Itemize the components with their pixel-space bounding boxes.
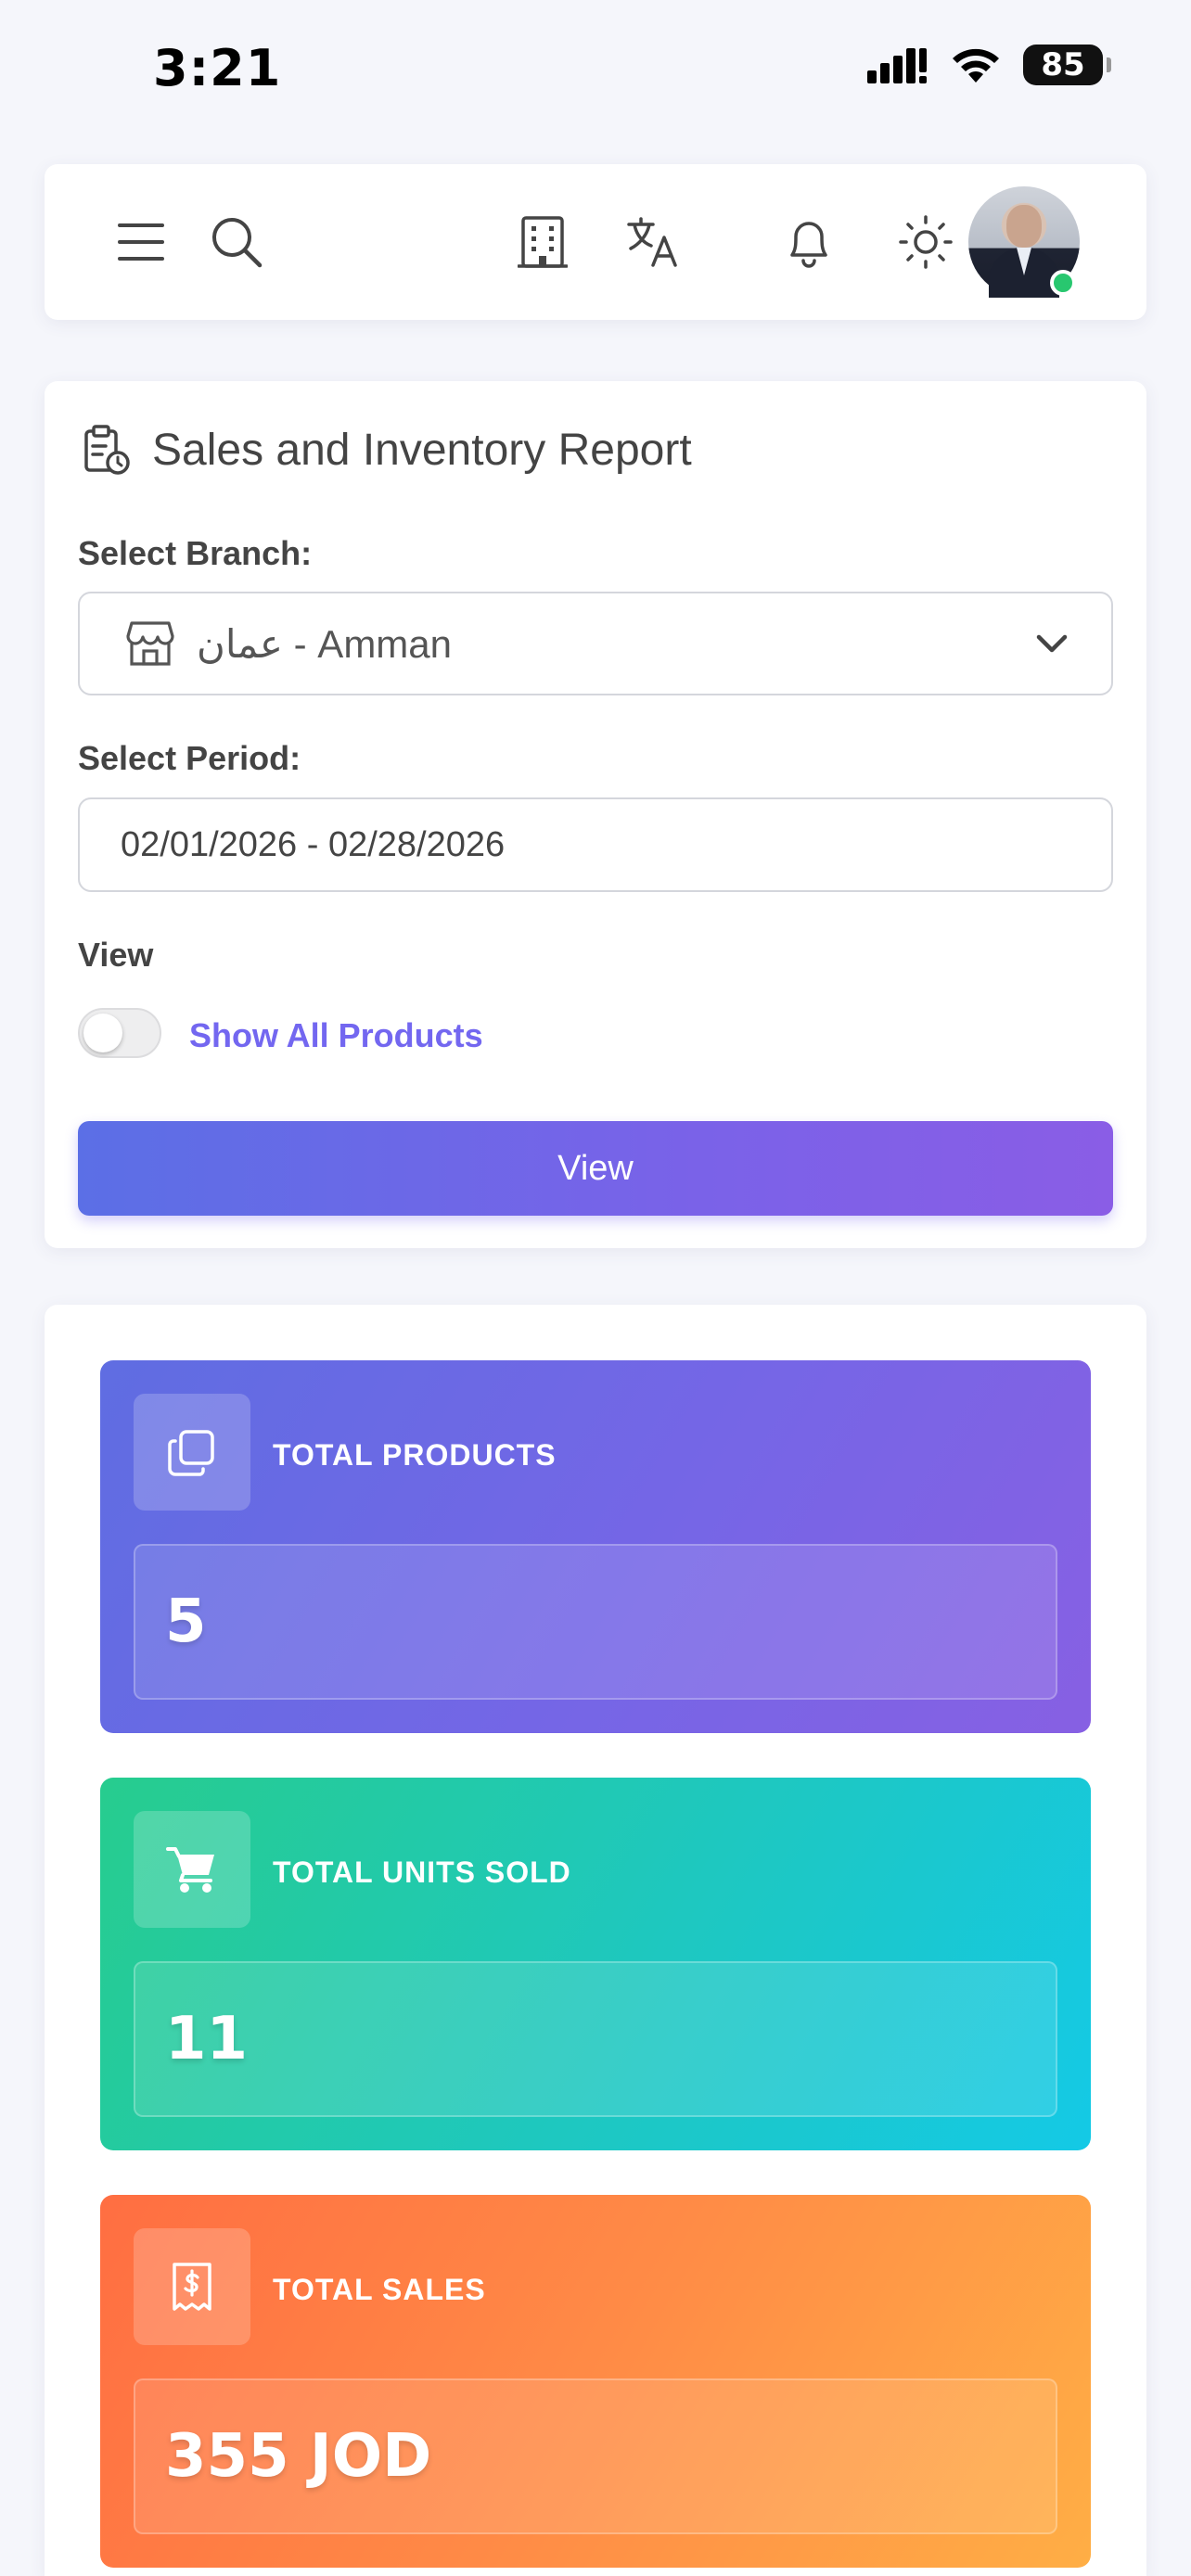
copy-icon — [168, 1430, 214, 1476]
stat-value-box: 5 — [134, 1544, 1057, 1700]
status-time: 3:21 — [153, 39, 282, 97]
view-button[interactable]: View — [78, 1121, 1113, 1216]
branch-label: Select Branch: — [78, 534, 313, 572]
show-all-products-label[interactable]: Show All Products — [189, 1016, 483, 1055]
report-header: Sales and Inventory Report — [83, 424, 692, 476]
search-icon[interactable] — [210, 215, 263, 269]
stat-label: TOTAL SALES — [273, 2273, 486, 2306]
stat-icon-box — [134, 1811, 250, 1928]
cellular-signal-icon — [867, 48, 927, 83]
bell-icon[interactable] — [783, 214, 835, 270]
branch-select[interactable]: عمان - Amman — [78, 592, 1113, 695]
store-icon — [126, 621, 174, 666]
branch-selected-value: عمان - Amman — [197, 621, 453, 666]
chevron-down-icon — [1036, 634, 1068, 653]
sun-icon[interactable] — [898, 214, 954, 270]
stat-value: 11 — [165, 2005, 249, 2073]
menu-icon[interactable] — [117, 222, 165, 262]
wifi-icon — [953, 48, 999, 83]
status-bar: 3:21 85 — [0, 0, 1191, 139]
status-icons: 85 — [867, 45, 1111, 85]
receipt-dollar-icon — [173, 2263, 211, 2311]
stat-card-total-products: TOTAL PRODUCTS 5 — [100, 1360, 1091, 1733]
stat-value-box: 11 — [134, 1961, 1057, 2117]
stat-icon-box — [134, 2228, 250, 2345]
stat-label: TOTAL PRODUCTS — [273, 1438, 557, 1472]
stat-icon-box — [134, 1394, 250, 1511]
report-title: Sales and Inventory Report — [152, 425, 692, 475]
stat-value: 355 JOD — [165, 2422, 432, 2491]
avatar[interactable] — [968, 186, 1080, 298]
online-status-dot — [1050, 270, 1076, 296]
top-navbar — [45, 164, 1146, 320]
stat-value-box: 355 JOD — [134, 2378, 1057, 2534]
stat-card-total-units-sold: TOTAL UNITS SOLD 11 — [100, 1778, 1091, 2150]
stat-label: TOTAL UNITS SOLD — [273, 1855, 571, 1889]
stat-value: 5 — [165, 1588, 207, 1656]
battery-level: 85 — [1041, 46, 1085, 83]
show-all-products-toggle[interactable] — [78, 1008, 161, 1058]
avatar-face — [1006, 205, 1042, 248]
stats-container: TOTAL PRODUCTS 5 TOTAL UNITS SOLD 11 TOT… — [45, 1305, 1146, 2576]
period-label: Select Period: — [78, 739, 301, 777]
period-value: 02/01/2026 - 02/28/2026 — [121, 824, 506, 864]
cart-icon — [166, 1847, 214, 1893]
battery-indicator: 85 — [1023, 45, 1111, 85]
view-label: View — [78, 936, 154, 974]
stat-card-total-sales: TOTAL SALES 355 JOD — [100, 2195, 1091, 2568]
period-input[interactable]: 02/01/2026 - 02/28/2026 — [78, 797, 1113, 892]
translate-icon[interactable] — [625, 215, 679, 269]
building-icon[interactable] — [518, 215, 568, 269]
report-filter-card: Sales and Inventory Report Select Branch… — [45, 381, 1146, 1248]
toggle-knob — [83, 1014, 122, 1052]
clipboard-clock-icon — [84, 425, 130, 475]
